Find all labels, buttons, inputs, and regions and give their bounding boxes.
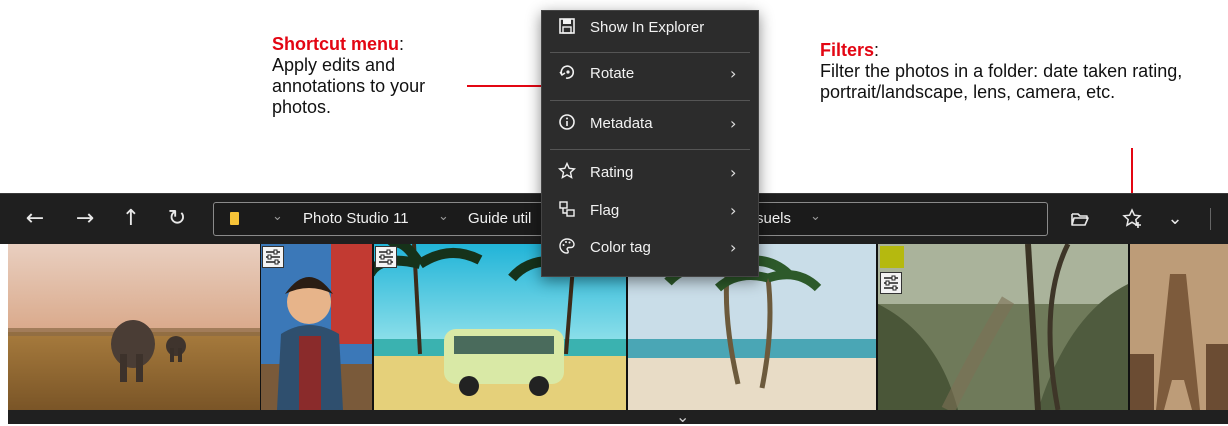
folder-open-icon[interactable] <box>1065 204 1095 234</box>
toolbar-divider <box>1210 208 1211 230</box>
edited-adjustments-icon <box>262 246 284 268</box>
shortcut-menu-annotation: Shortcut menu: Apply edits and annotatio… <box>272 34 426 117</box>
forward-arrow-icon[interactable]: → <box>70 204 100 234</box>
chevron-right-icon: › <box>730 114 737 133</box>
shortcut-context-menu: Show In Explorer Rotate › Metadata › Rat… <box>541 10 759 277</box>
breadcrumb-item[interactable]: suels <box>756 210 791 227</box>
breadcrumb-item[interactable]: Photo Studio 11 <box>303 210 409 227</box>
menu-item-flag[interactable]: Flag › <box>542 192 758 232</box>
star-filter-icon[interactable] <box>1118 204 1148 234</box>
menu-item-rotate[interactable]: Rotate › <box>542 55 758 95</box>
menu-item-rating[interactable]: Rating › <box>542 154 758 194</box>
menu-separator <box>550 149 750 150</box>
breadcrumb-item[interactable]: Guide util <box>468 210 531 227</box>
menu-item-label: Show In Explorer <box>590 19 705 36</box>
palette-icon <box>556 237 578 259</box>
dropdown-chevron-icon[interactable]: ⌄ <box>1160 204 1190 234</box>
thumbnail-elephants[interactable] <box>8 244 260 410</box>
menu-item-label: Flag <box>590 202 620 219</box>
menu-separator <box>550 52 750 53</box>
shortcut-menu-annotation-text: Apply edits and annotations to your phot… <box>272 55 426 117</box>
color-tag-swatch <box>880 246 904 268</box>
info-icon <box>556 113 578 135</box>
menu-separator <box>550 100 750 101</box>
menu-item-label: Color tag <box>590 239 651 256</box>
up-arrow-icon[interactable]: ↑ <box>116 204 146 234</box>
flag-icon <box>556 200 578 222</box>
menu-item-color-tag[interactable]: Color tag › <box>542 229 758 269</box>
menu-item-label: Metadata <box>590 115 653 132</box>
chevron-down-icon[interactable]: ⌄ <box>676 409 689 425</box>
shortcut-menu-pointer-line <box>467 85 543 87</box>
chevron-down-icon[interactable]: ⌄ <box>438 209 449 224</box>
chevron-right-icon: › <box>730 201 737 220</box>
star-icon <box>556 161 578 184</box>
menu-item-label: Rotate <box>590 65 635 82</box>
folder-icon <box>230 212 239 225</box>
filters-annotation-title: Filters <box>820 40 875 60</box>
menu-item-metadata[interactable]: Metadata › <box>542 105 758 145</box>
back-arrow-icon[interactable]: ← <box>20 204 50 234</box>
thumbnail-eiffel-tower[interactable] <box>1130 244 1228 410</box>
thumbnail-child[interactable] <box>261 244 372 410</box>
edited-adjustments-icon <box>880 272 902 294</box>
edited-adjustments-icon <box>375 246 397 268</box>
chevron-right-icon: › <box>730 163 737 182</box>
chevron-down-icon[interactable]: ⌄ <box>272 209 283 224</box>
thumbnail-forest-path[interactable] <box>878 244 1128 410</box>
rotate-icon <box>556 63 578 85</box>
chevron-right-icon: › <box>730 238 737 257</box>
chevron-right-icon: › <box>730 64 737 83</box>
save-icon <box>556 17 578 39</box>
menu-item-label: Rating <box>590 164 634 181</box>
refresh-icon[interactable]: ↻ <box>162 204 192 234</box>
filters-annotation: Filters: Filter the photos in a folder: … <box>820 40 1183 102</box>
filters-annotation-text: Filter the photos in a folder: date take… <box>820 61 1183 102</box>
filmstrip-bottom-bar: ⌄ <box>8 409 1228 425</box>
shortcut-menu-annotation-title: Shortcut menu <box>272 34 400 54</box>
menu-item-show-in-explorer[interactable]: Show In Explorer <box>542 9 758 49</box>
chevron-down-icon[interactable]: ⌄ <box>810 209 821 224</box>
